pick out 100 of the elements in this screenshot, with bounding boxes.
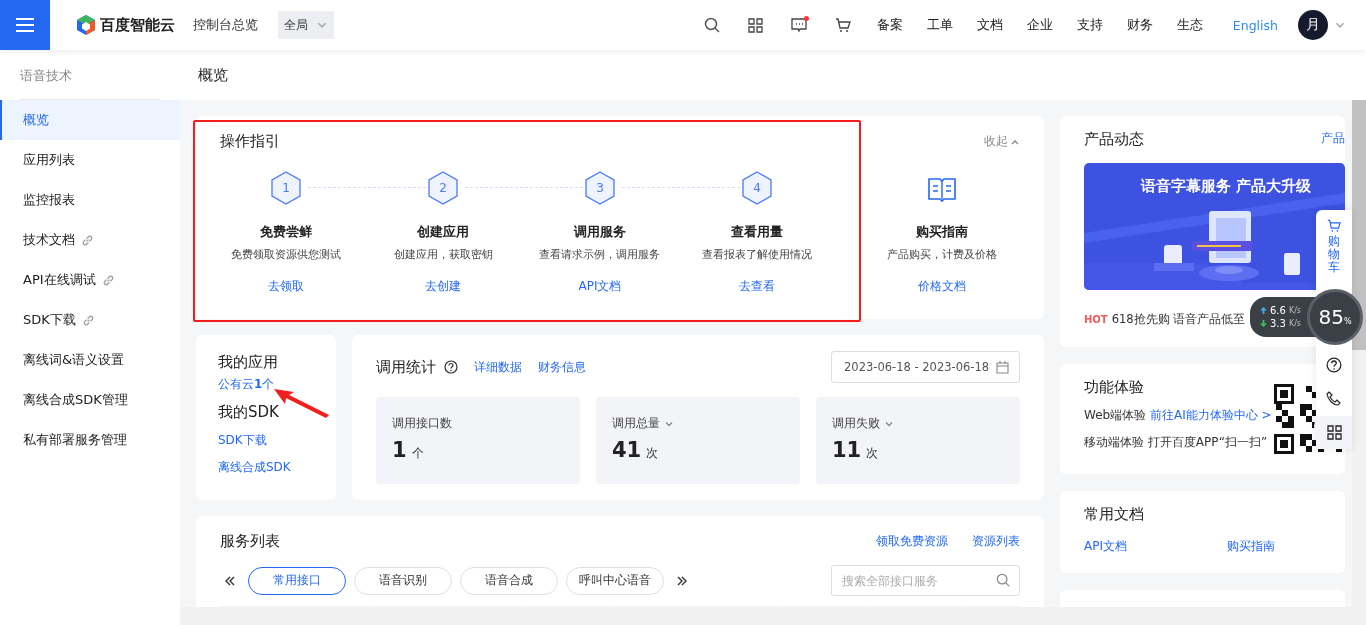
cart-button[interactable] bbox=[834, 17, 851, 33]
nav-link[interactable]: 备案 bbox=[876, 16, 903, 34]
sidebar-item[interactable]: 离线合成SDK管理 bbox=[0, 380, 180, 420]
step-description: 查看请求示例，调用服务 bbox=[539, 247, 661, 262]
step-link[interactable]: 去查看 bbox=[738, 278, 775, 295]
nav-link[interactable]: 文档 bbox=[976, 16, 1003, 34]
card-title: 产品动态 bbox=[1084, 130, 1144, 149]
services-link[interactable]: 资源列表 bbox=[972, 533, 1020, 550]
page-title: 概览 bbox=[180, 50, 1366, 100]
step-title: 查看用量 bbox=[730, 223, 783, 241]
sidebar-item[interactable]: API在线调试 bbox=[0, 260, 180, 300]
search-field[interactable]: 搜索全部接口服务 bbox=[831, 565, 1020, 596]
doc-link[interactable]: API文档 bbox=[1084, 538, 1127, 555]
vertical-scrollbar[interactable] bbox=[1352, 100, 1366, 607]
message-icon bbox=[790, 17, 807, 33]
search-button[interactable] bbox=[703, 17, 720, 33]
grid-button[interactable] bbox=[747, 17, 763, 33]
brand-name: 百度智能云 bbox=[100, 15, 175, 35]
sidebar-item[interactable]: SDK下载 bbox=[0, 300, 180, 340]
nav-link[interactable]: 工单 bbox=[926, 16, 953, 34]
sidebar-item[interactable]: 私有部署服务管理 bbox=[0, 420, 180, 460]
sdk-link[interactable]: 离线合成SDK bbox=[218, 459, 314, 476]
stats-link[interactable]: 详细数据 bbox=[474, 358, 522, 376]
upload-speed: 6.6 bbox=[1270, 305, 1286, 316]
menu-button[interactable] bbox=[0, 0, 50, 50]
stat-label: 调用失败 bbox=[832, 415, 880, 432]
stat-value: 41 bbox=[612, 438, 642, 462]
card-title: 常用文档 bbox=[1084, 505, 1145, 524]
nav-link[interactable]: 企业 bbox=[1026, 16, 1053, 34]
sidebar-item[interactable]: 监控报表 bbox=[0, 180, 180, 220]
sidebar-item[interactable]: 离线词&语义设置 bbox=[0, 340, 180, 380]
search-icon bbox=[996, 573, 1010, 587]
logo-icon bbox=[76, 14, 96, 36]
stat-value: 11 bbox=[832, 438, 862, 462]
card-title: 服务列表 bbox=[220, 532, 280, 551]
language-link[interactable]: English bbox=[1232, 17, 1278, 33]
stat-value: 1 bbox=[392, 438, 407, 462]
speed-unit: K/s bbox=[1288, 306, 1301, 315]
card-title: 我的应用 bbox=[218, 353, 279, 372]
step-link[interactable]: API文档 bbox=[578, 278, 622, 295]
collapse-link[interactable]: 收起 bbox=[984, 133, 1020, 150]
stat-label: 调用接口数 bbox=[392, 415, 452, 432]
help-icon[interactable] bbox=[444, 360, 458, 374]
user-avatar[interactable]: 月 bbox=[1298, 10, 1328, 40]
percent-sign: % bbox=[1343, 316, 1352, 326]
experience-line: 移动端体验 打开百度APP“扫一扫” bbox=[1084, 434, 1269, 451]
download-speed: 3.3 bbox=[1270, 318, 1286, 329]
double-chevron-right-icon bbox=[676, 574, 688, 587]
nav-link[interactable]: 财务 bbox=[1126, 16, 1153, 34]
step-number-icon: 2 bbox=[428, 171, 459, 205]
step-link[interactable]: 去领取 bbox=[268, 278, 305, 295]
step-description: 免费领取资源供您测试 bbox=[231, 247, 342, 262]
sidebar-item[interactable]: 技术文档 bbox=[0, 220, 180, 260]
news-item[interactable]: 618抢先购 语音产品低至 bbox=[1111, 312, 1246, 327]
experience-line: Web端体验 前往AI能力体验中心 > bbox=[1084, 407, 1272, 424]
step-title: 免费尝鲜 bbox=[260, 223, 313, 241]
grid-icon bbox=[1326, 424, 1342, 440]
experience-link[interactable]: 前往AI能力体验中心 > bbox=[1150, 408, 1272, 422]
link-icon bbox=[101, 273, 115, 287]
services-link[interactable]: 领取免费资源 bbox=[876, 533, 948, 550]
step-title: 调用服务 bbox=[574, 223, 626, 241]
link-icon bbox=[81, 233, 94, 247]
card-title: 我的SDK bbox=[218, 403, 280, 422]
service-tab[interactable]: 常用接口 bbox=[248, 566, 346, 595]
step-link[interactable]: 去创建 bbox=[425, 278, 462, 295]
card-title: 功能体验 bbox=[1084, 378, 1145, 397]
apps-button[interactable] bbox=[1316, 415, 1352, 449]
step-link[interactable]: 价格文档 bbox=[917, 278, 966, 295]
step-number-icon: 1 bbox=[271, 171, 302, 205]
console-link[interactable]: 控制台总览 bbox=[193, 16, 258, 34]
stat-unit: 次 bbox=[866, 445, 879, 462]
service-tab[interactable]: 语音合成 bbox=[460, 566, 558, 595]
calendar-icon bbox=[996, 360, 1009, 374]
cart-button[interactable]: 购物车 bbox=[1316, 210, 1352, 284]
stat-unit: 次 bbox=[646, 445, 659, 462]
step-number-icon: 3 bbox=[585, 171, 615, 205]
link-icon bbox=[81, 313, 95, 327]
sidebar-item[interactable]: 概览 bbox=[0, 100, 180, 140]
more-link[interactable]: 产品 bbox=[1321, 130, 1345, 149]
step-title: 创建应用 bbox=[417, 223, 470, 241]
stat-label: 调用总量 bbox=[612, 415, 660, 432]
service-tab[interactable]: 语音识别 bbox=[354, 566, 452, 595]
grid-icon bbox=[747, 17, 763, 33]
service-tab[interactable]: 呼叫中心语音 bbox=[566, 566, 664, 595]
doc-link[interactable]: 购买指南 bbox=[1227, 538, 1275, 555]
cart-icon bbox=[1327, 219, 1341, 233]
app-count-link[interactable]: 公有云1个 bbox=[218, 376, 314, 393]
step-number-icon: 4 bbox=[741, 171, 772, 205]
sdk-link[interactable]: SDK下载 bbox=[218, 432, 314, 449]
menu-icon bbox=[16, 17, 34, 33]
stats-link[interactable]: 财务信息 bbox=[538, 358, 586, 376]
message-button[interactable] bbox=[790, 17, 807, 33]
region-select[interactable]: 全局 bbox=[278, 11, 334, 39]
date-range-field[interactable]: 2023-06-18 - 2023-06-18 bbox=[831, 351, 1020, 383]
banner-headline: 语音字幕服务 产品大升级 bbox=[1141, 177, 1312, 196]
sidebar-item[interactable]: 应用列表 bbox=[0, 140, 180, 180]
nav-link[interactable]: 支持 bbox=[1076, 16, 1103, 34]
nav-link[interactable]: 生态 bbox=[1176, 16, 1203, 34]
step-description: 产品购买，计费及价格 bbox=[886, 247, 997, 262]
card-title: 操作指引 bbox=[220, 132, 280, 151]
